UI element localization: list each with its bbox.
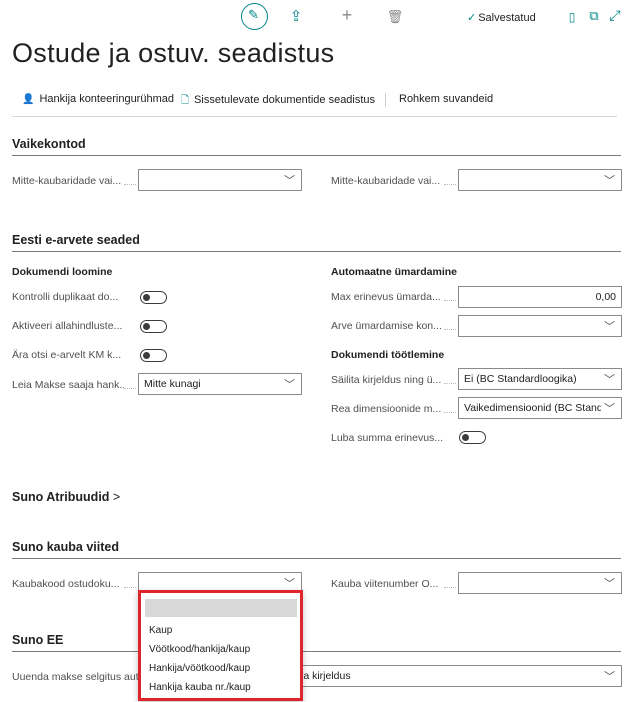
line-dimensions-select[interactable]: Vaikedimensioonid (BC Standard ﹀ bbox=[458, 397, 622, 419]
chevron-down-icon: ﹀ bbox=[604, 403, 615, 415]
more-options-action[interactable]: Rohkem suvandeid bbox=[399, 93, 493, 105]
document-icon: 🗋 bbox=[181, 95, 190, 106]
section-divider bbox=[12, 651, 621, 652]
section-divider bbox=[12, 155, 621, 156]
chevron-down-icon: ﹀ bbox=[604, 321, 615, 333]
item-code-dropdown-list: Kaup Vöötkood/hankija/kaup Hankija/vöötk… bbox=[138, 590, 303, 701]
chevron-down-icon: ﹀ bbox=[604, 671, 615, 683]
toggle-switch[interactable] bbox=[140, 349, 167, 362]
chevron-down-icon: ﹀ bbox=[604, 374, 615, 386]
keep-description-select[interactable]: Ei (BC Standardloogika) ﹀ bbox=[458, 368, 622, 390]
bookmark-icon[interactable]: ▯ bbox=[563, 9, 581, 25]
section-divider bbox=[12, 558, 621, 559]
action-separator bbox=[385, 93, 386, 107]
chevron-down-icon: ﹀ bbox=[604, 578, 615, 590]
field-label: Max erinevus ümarda... bbox=[331, 291, 441, 303]
non-item-account-select-2[interactable]: ﹀ bbox=[458, 169, 622, 191]
edit-button[interactable]: ✎ bbox=[241, 3, 268, 30]
field-label: Arve ümardamise kon... bbox=[331, 320, 442, 332]
invoice-rounding-account-select[interactable]: ﹀ bbox=[458, 315, 622, 337]
field-label: Uuenda makse selgitus aut bbox=[12, 671, 139, 683]
chevron-down-icon: ﹀ bbox=[604, 175, 615, 187]
payee-vendor-select[interactable]: Mitte kunagi ﹀ bbox=[138, 373, 302, 395]
non-item-account-select-1[interactable]: ﹀ bbox=[138, 169, 302, 191]
field-label: Rea dimensioonide m... bbox=[331, 403, 442, 415]
field-label: Ära otsi e-arvelt KM k... bbox=[12, 349, 122, 361]
field-label: Kaubakood ostudoku... bbox=[12, 578, 120, 590]
dropdown-option[interactable]: Hankija kauba nr./kaup bbox=[149, 682, 251, 693]
section-title-ee[interactable]: Suno EE bbox=[12, 633, 63, 647]
item-reference-select[interactable]: ﹀ bbox=[458, 572, 622, 594]
pencil-icon: ✎ bbox=[248, 7, 259, 22]
field-label: Kontrolli duplikaat do... bbox=[12, 291, 119, 303]
group-label: Dokumendi töötlemine bbox=[331, 349, 445, 361]
field-label: Aktiveeri allahindluste... bbox=[12, 320, 123, 332]
field-label: Mitte-kaubaridade vai... bbox=[12, 175, 122, 187]
toggle-switch[interactable] bbox=[459, 431, 486, 444]
chevron-right-icon: > bbox=[112, 490, 121, 504]
dropdown-option[interactable]: Kaup bbox=[149, 625, 172, 636]
page-title: Ostude ja ostuv. seadistus bbox=[12, 38, 335, 68]
field-label: Leia Makse saaja hank... bbox=[12, 379, 124, 391]
section-title-vaikekontod[interactable]: Vaikekontod bbox=[12, 137, 86, 151]
divider bbox=[12, 116, 617, 117]
chevron-down-icon: ﹀ bbox=[284, 175, 295, 187]
delete-icon[interactable]: 🗑 bbox=[386, 9, 404, 25]
saved-status: ✓ Salvestatud bbox=[467, 12, 536, 24]
share-icon[interactable]: ⇪ bbox=[287, 9, 305, 25]
field-label: Luba summa erinevus... bbox=[331, 432, 443, 444]
incoming-docs-setup-action[interactable]: 🗋 Sissetulevate dokumentide seadistus bbox=[181, 93, 375, 110]
action-bar: 👤 Hankija konteeringurühmad 🗋 Sissetulevat… bbox=[0, 88, 629, 108]
section-divider bbox=[12, 251, 621, 252]
section-title-kauba-viited[interactable]: Suno kauba viited bbox=[12, 540, 119, 554]
expand-icon[interactable]: ⤢ bbox=[606, 7, 624, 23]
people-icon: 👤 bbox=[22, 94, 35, 105]
toggle-switch[interactable] bbox=[140, 320, 167, 333]
update-payment-description-select[interactable]: ja kirjeldus ﹀ bbox=[290, 665, 622, 687]
field-label: Säilita kirjeldus ning ü... bbox=[331, 374, 442, 386]
vendor-posting-groups-action[interactable]: 👤 Hankija konteeringurühmad bbox=[22, 93, 174, 105]
group-label: Automaatne ümardamine bbox=[331, 266, 458, 278]
field-label: Kauba viitenumber O... bbox=[331, 578, 439, 590]
group-label: Dokumendi loomine bbox=[12, 266, 113, 278]
dropdown-option[interactable]: Vöötkood/hankija/kaup bbox=[149, 644, 250, 655]
dropdown-option[interactable]: Hankija/vöötkood/kaup bbox=[149, 663, 250, 674]
chevron-down-icon: ﹀ bbox=[284, 578, 295, 590]
dropdown-option-empty[interactable] bbox=[145, 599, 297, 617]
section-title-atribuudid[interactable]: Suno Atribuudid > bbox=[12, 490, 120, 504]
max-rounding-diff-input[interactable]: 0,00 bbox=[458, 286, 622, 308]
new-icon[interactable]: + bbox=[338, 6, 356, 24]
toggle-switch[interactable] bbox=[140, 291, 167, 304]
chevron-down-icon: ﹀ bbox=[284, 379, 295, 391]
field-label: Mitte-kaubaridade vai... bbox=[331, 175, 441, 187]
open-new-window-icon[interactable]: ⧉ bbox=[585, 8, 603, 24]
checkmark-icon: ✓ bbox=[467, 12, 477, 24]
section-title-earve[interactable]: Eesti e-arvete seaded bbox=[12, 233, 140, 247]
